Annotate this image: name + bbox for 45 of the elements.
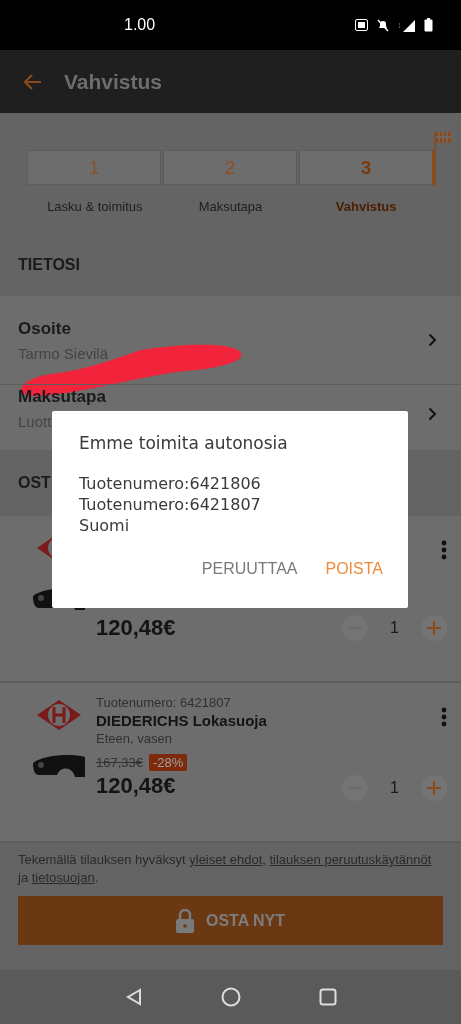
status-time: 1.00 <box>124 16 156 34</box>
old-price: 167,33€ <box>96 755 143 770</box>
dialog-button[interactable]: POISTA <box>315 554 393 584</box>
info-title: Maksutapa <box>18 387 107 407</box>
screen-title: Vahvistus <box>64 69 163 94</box>
dialog-button[interactable]: PERUUTTAA <box>191 554 308 584</box>
section-title: TIETOSI <box>18 255 80 274</box>
buy-now-button[interactable]: OSTA NYT <box>18 896 443 946</box>
step-label: Vahvistus <box>334 199 398 214</box>
product-variant: Eteen, vasen <box>96 731 173 746</box>
chevron-right-icon <box>428 333 437 347</box>
back-triangle-icon[interactable] <box>124 988 143 1006</box>
padlock-icon <box>175 908 194 933</box>
step-tab[interactable]: 2 <box>163 150 297 185</box>
chevron-right-icon <box>428 407 437 421</box>
section-title: OST <box>18 474 51 492</box>
product-price: 120,48€ <box>96 615 177 641</box>
product-name: DIEDERICHS Lokasuoja <box>96 712 268 729</box>
step-tab[interactable]: 3 <box>299 150 434 185</box>
terms-link[interactable]: tilauksen peruutuskäytännöt <box>269 852 432 867</box>
more-options-icon[interactable] <box>441 540 447 560</box>
step-label: Maksutapa <box>197 199 264 214</box>
dialog-text: Tuotenumero:6421806 <box>79 473 262 494</box>
signal-icon <box>398 18 416 32</box>
info-title: Osoite <box>18 318 72 339</box>
dialog-title: Emme toimita autonosia <box>79 433 289 453</box>
home-circle-icon[interactable] <box>220 987 241 1007</box>
product-number: Tuotenumero: 6421807 <box>96 695 232 710</box>
step-tab[interactable]: 1 <box>27 150 161 185</box>
discount-badge: -28% <box>149 754 188 771</box>
diamond-logo-icon <box>36 699 82 731</box>
step-label: Lasku & toimitus <box>46 199 144 214</box>
bell-muted-icon <box>376 18 390 32</box>
checkered-flag-icon <box>434 130 452 186</box>
back-arrow-icon[interactable] <box>22 72 42 91</box>
terms-text: Tekemällä tilauksen hyväksyt yleiset ehdot, tilauksen peruutuskäytännöt ja tietosuojan. <box>18 851 433 887</box>
quantity: 1 <box>390 779 399 797</box>
product-price: 120,48€ <box>96 773 177 799</box>
recents-square-icon[interactable] <box>318 988 337 1006</box>
quantity: 1 <box>390 619 399 637</box>
dialog-text: Suomi <box>79 515 131 536</box>
more-options-icon[interactable] <box>441 707 447 727</box>
battery-icon <box>424 18 433 32</box>
terms-link[interactable]: tietosuojan <box>31 869 95 885</box>
dialog-text: Tuotenumero:6421807 <box>79 494 262 515</box>
